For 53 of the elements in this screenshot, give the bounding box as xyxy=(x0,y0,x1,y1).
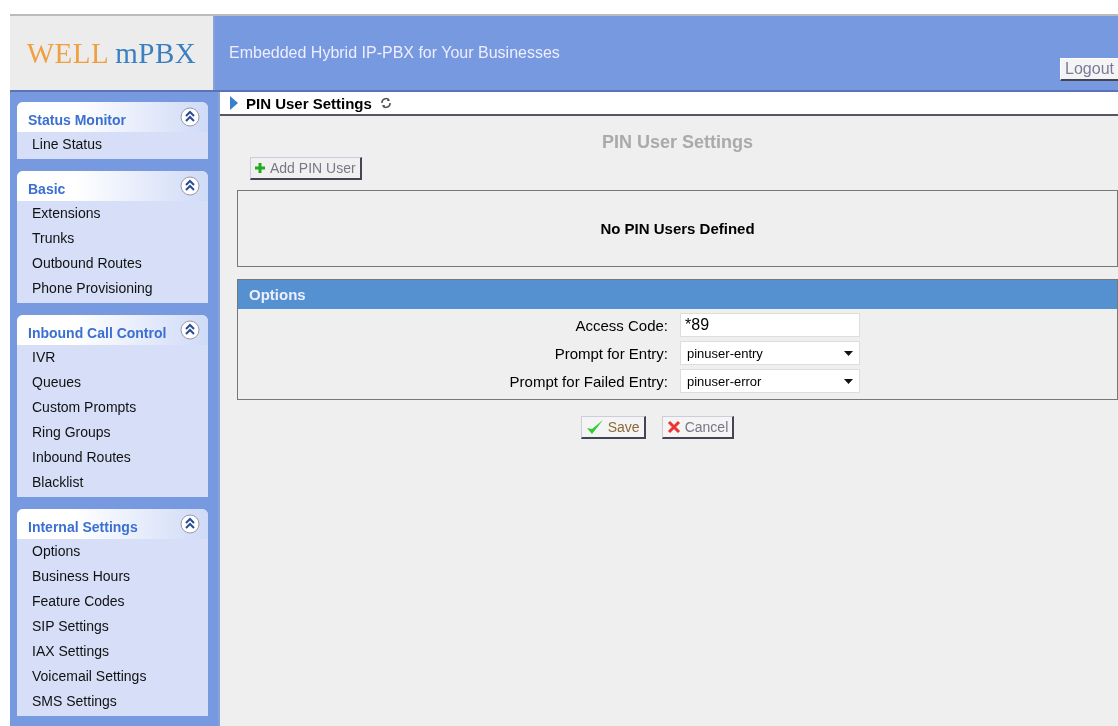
input-field[interactable]: *89 xyxy=(680,313,860,337)
field-label: Access Code: xyxy=(574,316,668,334)
sidebar-item[interactable]: Feature Codes xyxy=(17,589,208,614)
triangle-icon xyxy=(230,96,238,110)
cancel-button[interactable]: Cancel xyxy=(661,416,735,439)
close-icon xyxy=(666,420,681,434)
section-title: Internal Settings xyxy=(28,519,138,535)
collapse-icon[interactable] xyxy=(180,176,200,196)
breadcrumb-title: PIN User Settings xyxy=(246,94,372,112)
collapse-icon[interactable] xyxy=(180,107,200,127)
select-field[interactable]: pinuser-entry xyxy=(680,341,860,365)
sidebar-item[interactable]: SIP Settings xyxy=(17,614,208,639)
sidebar-item[interactable]: Blacklist xyxy=(17,470,208,495)
save-button[interactable]: Save xyxy=(580,416,646,439)
sidebar-item[interactable]: Outbound Routes xyxy=(17,251,208,276)
refresh-icon[interactable] xyxy=(379,97,392,109)
logo: WELL mPBX xyxy=(26,36,197,70)
plus-icon xyxy=(255,163,265,173)
select-field[interactable]: pinuser-error xyxy=(680,369,860,393)
sidebar-item[interactable]: SMS Settings xyxy=(17,689,208,714)
sidebar-item[interactable]: Phone Provisioning xyxy=(17,276,208,301)
dropdown-arrow-icon xyxy=(844,350,853,356)
section-title: Inbound Call Control xyxy=(28,325,167,341)
add-pin-user-button[interactable]: Add PIN User xyxy=(250,157,362,180)
collapse-icon[interactable] xyxy=(180,320,200,340)
options-title: Options xyxy=(249,286,306,303)
logout-button[interactable]: Logout xyxy=(1060,58,1118,81)
checkmark-icon xyxy=(585,419,604,435)
sidebar-item[interactable]: IVR xyxy=(17,345,208,370)
sidebar-item[interactable]: Custom Prompts xyxy=(17,395,208,420)
dropdown-arrow-icon xyxy=(844,378,853,384)
section-header[interactable]: Basic xyxy=(17,171,208,201)
sidebar-item[interactable]: Extensions xyxy=(17,201,208,226)
field-label: Prompt for Failed Entry: xyxy=(508,372,668,390)
sidebar-item[interactable]: Line Status xyxy=(17,132,208,157)
empty-message: No PIN Users Defined xyxy=(600,220,755,237)
sidebar-item[interactable]: Trunks xyxy=(17,226,208,251)
sidebar-item[interactable]: Voicemail Settings xyxy=(17,664,208,689)
sidebar-item[interactable]: Ring Groups xyxy=(17,420,208,445)
sidebar-item[interactable]: IAX Settings xyxy=(17,639,208,664)
sidebar-item[interactable]: Business Hours xyxy=(17,564,208,589)
section-header[interactable]: Status Monitor xyxy=(17,102,208,132)
section-title: Basic xyxy=(28,181,66,197)
page-title: PIN User Settings xyxy=(600,132,754,153)
sidebar-item[interactable]: Queues xyxy=(17,370,208,395)
sidebar-item[interactable]: Inbound Routes xyxy=(17,445,208,470)
sidebar-item[interactable]: Options xyxy=(17,539,208,564)
section-title: Status Monitor xyxy=(28,112,126,128)
tagline: Embedded Hybrid IP-PBX for Your Businesses xyxy=(229,44,560,62)
section-header[interactable]: Internal Settings xyxy=(17,509,208,539)
section-header[interactable]: Inbound Call Control xyxy=(17,315,208,345)
field-label: Prompt for Entry: xyxy=(553,344,668,362)
collapse-icon[interactable] xyxy=(180,514,200,534)
